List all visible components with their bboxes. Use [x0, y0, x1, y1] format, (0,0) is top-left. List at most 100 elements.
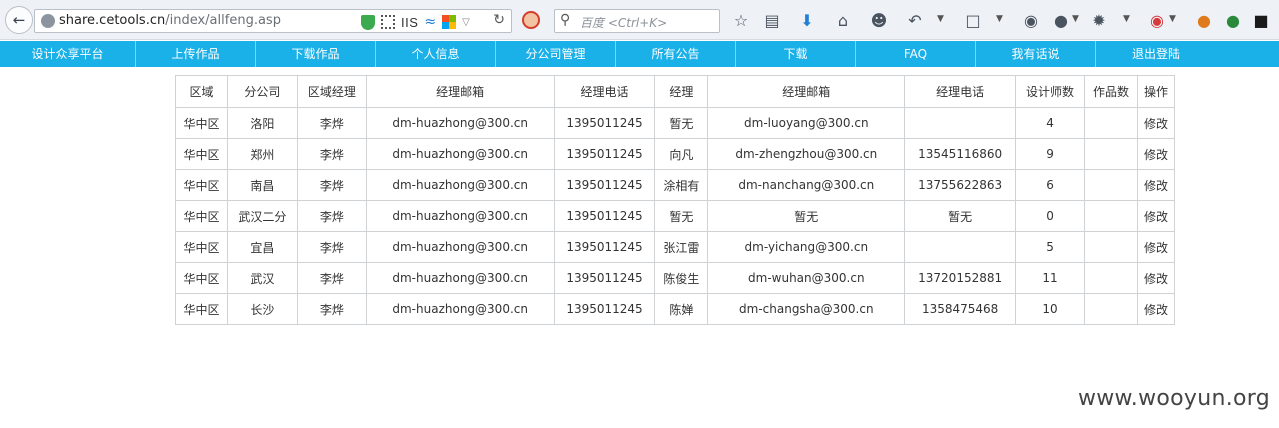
cell-designer-count: 5 — [1015, 231, 1085, 263]
cell-manager-phone — [904, 231, 1017, 263]
shield-icon[interactable] — [361, 14, 375, 30]
edit-link[interactable]: 修改 — [1136, 138, 1176, 170]
edit-link[interactable]: 修改 — [1136, 293, 1176, 325]
cell-works-count — [1084, 138, 1138, 170]
back-button[interactable]: ← — [5, 6, 33, 34]
cell-region-manager: 李烨 — [296, 200, 367, 232]
table-row: 华中区 南昌 李烨 dm-huazhong@300.cn 1395011245 涂相有 dm… — [175, 169, 1176, 201]
qr-code-icon[interactable] — [381, 15, 395, 29]
table-row: 华中区 长沙 李烨 dm-huazhong@300.cn 1395011245 陈婵 dm-… — [175, 293, 1176, 325]
crop-icon[interactable]: □ — [964, 10, 982, 30]
cell-region-manager-phone: 1395011245 — [553, 138, 656, 170]
iis-label[interactable]: IIS — [401, 15, 418, 30]
cell-region-manager: 李烨 — [296, 107, 367, 139]
search-input[interactable]: ⚲ 百度 <Ctrl+K> — [554, 9, 720, 33]
cell-branch: 武汉 — [226, 262, 298, 294]
cell-region-manager-phone: 1395011245 — [553, 231, 656, 263]
cell-manager: 陈婵 — [654, 293, 709, 325]
windows-icon[interactable] — [442, 15, 457, 29]
edit-link[interactable]: 修改 — [1136, 169, 1176, 201]
dropdown-arrow-icon[interactable]: ▽ — [462, 17, 470, 28]
nav-item-branch-management[interactable]: 分公司管理 — [496, 41, 616, 67]
cell-designer-count: 9 — [1015, 138, 1085, 170]
cell-works-count — [1084, 262, 1138, 294]
cell-manager-email: dm-wuhan@300.cn — [707, 262, 906, 294]
home-icon[interactable]: ⌂ — [834, 10, 852, 30]
header-manager-email: 经理邮箱 — [707, 75, 906, 108]
fox-icon[interactable]: ● — [1195, 10, 1213, 30]
cell-manager-email: 暂无 — [707, 200, 906, 232]
cell-manager-phone: 13755622863 — [904, 169, 1017, 201]
address-bar[interactable]: share.cetools.cn/index/allfeng.asp IIS ≈… — [34, 9, 512, 33]
edit-link[interactable]: 修改 — [1136, 200, 1176, 232]
bookmark-star-icon[interactable]: ☆ — [732, 10, 750, 30]
watermark: www.wooyun.org — [1077, 386, 1270, 411]
gift-dropdown-icon[interactable]: ▼ — [1169, 14, 1176, 24]
cell-region-manager-email: dm-huazhong@300.cn — [365, 262, 555, 294]
cell-region: 华中区 — [175, 262, 228, 294]
cell-manager-email: dm-luoyang@300.cn — [707, 107, 906, 139]
cell-manager-phone — [904, 107, 1017, 139]
table-row: 华中区 宜昌 李烨 dm-huazhong@300.cn 1395011245 张江雷 dm… — [175, 231, 1176, 263]
crop-dropdown-icon[interactable]: ▼ — [996, 14, 1003, 24]
cell-branch: 洛阳 — [226, 107, 298, 139]
edit-link[interactable]: 修改 — [1136, 262, 1176, 294]
nav-item-download[interactable]: 下载 — [736, 41, 856, 67]
green-addon-icon[interactable]: ● — [1224, 10, 1242, 30]
table-row: 华中区 武汉二分 李烨 dm-huazhong@300.cn 1395011245 暂无暂… — [175, 200, 1176, 232]
globe-addon-icon[interactable]: ● — [1052, 10, 1070, 30]
header-works-count: 作品数 — [1084, 75, 1138, 108]
cell-region-manager-email: dm-huazhong@300.cn — [365, 293, 555, 325]
cell-manager: 涂相有 — [654, 169, 709, 201]
table-row: 华中区 武汉 李烨 dm-huazhong@300.cn 1395011245 陈俊生 dm… — [175, 262, 1176, 294]
nav-item-upload[interactable]: 上传作品 — [136, 41, 256, 67]
cell-region: 华中区 — [175, 293, 228, 325]
nav-item-feedback[interactable]: 我有话说 — [976, 41, 1096, 67]
search-placeholder: 百度 <Ctrl+K> — [580, 16, 668, 30]
main-nav: 设计众享平台 上传作品 下载作品 个人信息 分公司管理 所有公告 下载 FAQ … — [0, 41, 1279, 67]
bug-dropdown-icon[interactable]: ▼ — [1123, 14, 1130, 24]
cell-region-manager-email: dm-huazhong@300.cn — [365, 231, 555, 263]
nav-item-logout[interactable]: 退出登陆 — [1096, 41, 1216, 67]
cell-works-count — [1084, 107, 1138, 139]
url-text[interactable]: share.cetools.cn/index/allfeng.asp — [59, 13, 281, 28]
cell-region: 华中区 — [175, 200, 228, 232]
chat-icon[interactable]: ◉ — [1022, 10, 1040, 30]
undo-dropdown-icon[interactable]: ▼ — [937, 14, 944, 24]
cell-designer-count: 11 — [1015, 262, 1085, 294]
download-icon[interactable]: ⬇ — [798, 10, 816, 30]
globe-icon — [41, 14, 55, 28]
header-branch: 分公司 — [226, 75, 298, 108]
cell-manager-email: dm-zhengzhou@300.cn — [707, 138, 906, 170]
shield-addon-icon[interactable]: ■ — [1252, 10, 1270, 30]
header-manager-phone: 经理电话 — [904, 75, 1017, 108]
header-region-manager-email: 经理邮箱 — [365, 75, 555, 108]
bookmarks-list-icon[interactable]: ▤ — [763, 10, 781, 30]
cell-manager-email: dm-yichang@300.cn — [707, 231, 906, 263]
cell-region-manager-phone: 1395011245 — [553, 107, 656, 139]
edit-link[interactable]: 修改 — [1136, 231, 1176, 263]
cell-region-manager-phone: 1395011245 — [553, 262, 656, 294]
table-row: 华中区 洛阳 李烨 dm-huazhong@300.cn 1395011245 暂无 dm-… — [175, 107, 1176, 139]
edit-link[interactable]: 修改 — [1136, 107, 1176, 139]
nav-item-platform[interactable]: 设计众享平台 — [0, 41, 136, 67]
cell-region-manager: 李烨 — [296, 169, 367, 201]
gift-icon[interactable]: ◉ — [1148, 10, 1166, 30]
smiley-icon[interactable]: ☻ — [870, 10, 888, 30]
globe-dropdown-icon[interactable]: ▼ — [1072, 14, 1079, 24]
cell-manager-phone: 13720152881 — [904, 262, 1017, 294]
header-region-manager-phone: 经理电话 — [553, 75, 656, 108]
undo-icon[interactable]: ↶ — [906, 10, 924, 30]
block-icon[interactable] — [522, 11, 540, 29]
nav-item-profile[interactable]: 个人信息 — [376, 41, 496, 67]
nav-item-faq[interactable]: FAQ — [856, 41, 976, 67]
reload-icon[interactable]: ↻ — [493, 12, 505, 28]
wave-icon[interactable]: ≈ — [424, 14, 436, 30]
nav-item-download-works[interactable]: 下载作品 — [256, 41, 376, 67]
cell-region-manager: 李烨 — [296, 231, 367, 263]
cell-region: 华中区 — [175, 138, 228, 170]
bug-icon[interactable]: ✹ — [1090, 10, 1108, 30]
cell-branch: 长沙 — [226, 293, 298, 325]
cell-region-manager-phone: 1395011245 — [553, 293, 656, 325]
nav-item-announcements[interactable]: 所有公告 — [616, 41, 736, 67]
